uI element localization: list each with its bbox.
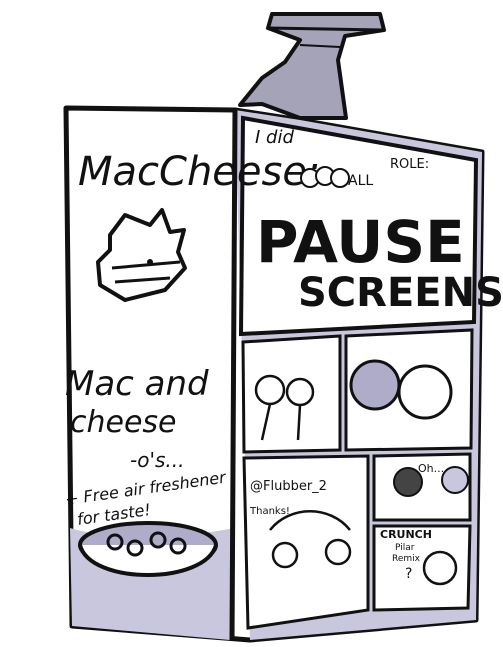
spray-bottle-icon (238, 12, 386, 120)
product-suffix: -o's... (130, 448, 184, 472)
comic-oh: Oh... (418, 462, 444, 475)
role-label: ROLE: (390, 157, 429, 172)
title-screens: SCREENS (298, 270, 503, 316)
product-line-1: Mac and (65, 364, 209, 404)
all-label: ALL (348, 173, 373, 189)
cereal-bowl-icon (78, 521, 218, 577)
title-pause: PAUSE (256, 208, 465, 276)
cereal-box-drawing: MacCheese: Mac and cheese -o's... + Free… (63, 12, 503, 643)
comic-crunch: CRUNCH (380, 528, 432, 541)
comic-question: ? (405, 566, 412, 582)
comic-thanks: Thanks! (249, 506, 290, 517)
comic-pilar: Pilar (395, 543, 415, 553)
brand-title: MacCheese: (78, 149, 320, 195)
comic-handle: @Flubber_2 (250, 479, 327, 494)
caption-text: I did (255, 127, 294, 148)
illustration-stage: MacCheese: Mac and cheese -o's... + Free… (0, 0, 503, 647)
product-line-2: cheese (70, 405, 177, 440)
face-icons (300, 166, 350, 188)
comic-remix: Remix (392, 554, 421, 564)
